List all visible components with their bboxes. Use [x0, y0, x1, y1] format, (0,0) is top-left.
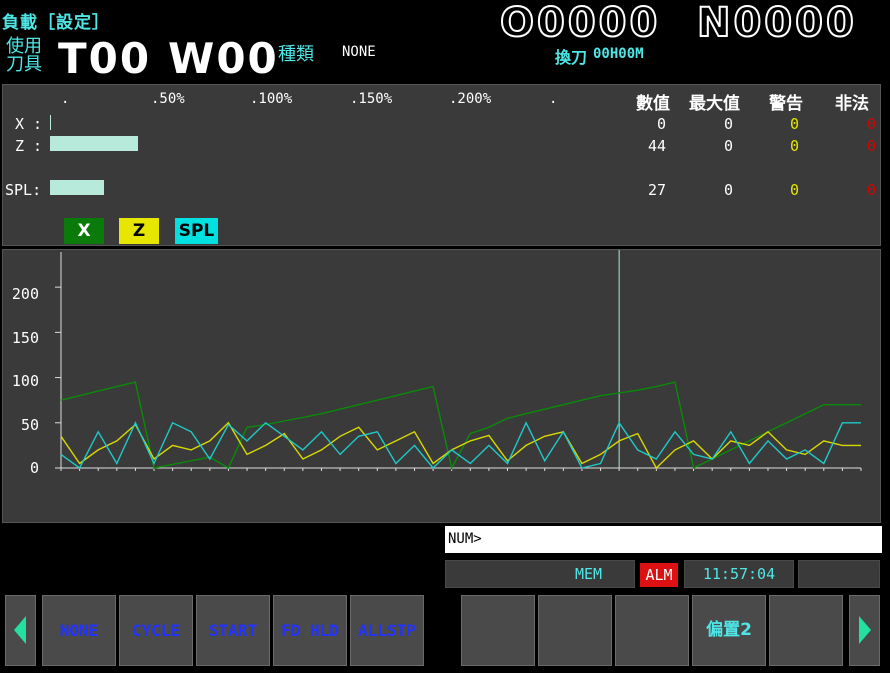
illegal-z: 0: [866, 137, 876, 155]
softkey-r5[interactable]: [769, 595, 843, 666]
row-label-x: X :: [15, 115, 43, 133]
right-arrow-icon: [859, 616, 871, 644]
type-label: 種類: [278, 44, 314, 65]
series-line-x: [60, 381, 861, 470]
softkey-cycle[interactable]: CYCLE: [119, 595, 193, 666]
left-arrow-icon: [14, 616, 26, 644]
row-label-spindle: SPL:: [5, 181, 42, 199]
alarm-indicator: ALM: [640, 563, 678, 587]
program-number: O0000: [499, 0, 661, 46]
softkey-all-stop[interactable]: ALLSTP: [350, 595, 424, 666]
load-bar-z: [50, 136, 138, 151]
load-history-graph-panel: 200 150 100 50 0: [2, 249, 881, 523]
sequence-number: N0000: [696, 0, 857, 46]
load-meter-panel: . .50% .100% .150% .200% . 數值 最大值 警告 非法 …: [2, 84, 881, 246]
column-header-illegal: 非法: [835, 94, 869, 114]
value-spindle: 27: [647, 181, 666, 199]
column-header-max: 最大值: [689, 94, 740, 114]
mode-indicator: MEM: [575, 565, 603, 583]
softkey-next[interactable]: [849, 595, 880, 666]
tool-change-label: 換刀: [555, 48, 588, 67]
illegal-x: 0: [866, 115, 876, 133]
warning-spindle: 0: [789, 181, 799, 199]
softkey-r3[interactable]: [615, 595, 689, 666]
softkey-r2[interactable]: [538, 595, 612, 666]
num-input-field[interactable]: NUM>: [445, 526, 882, 553]
status-field-mode: MEM: [445, 560, 635, 588]
tool-change-time: 00H00M: [593, 46, 644, 62]
value-x: 0: [656, 115, 666, 133]
softkey-start[interactable]: START: [196, 595, 270, 666]
softkey-r1[interactable]: [461, 595, 535, 666]
softkey-none[interactable]: NONE: [42, 595, 116, 666]
load-bar-spindle: [50, 180, 104, 195]
screen-title: 負載［設定］: [2, 13, 110, 33]
warning-z: 0: [789, 137, 799, 155]
scale-tick-200: .200%: [449, 91, 492, 107]
tool-in-use-label: 使用刀具: [6, 36, 42, 75]
legend-spindle: SPL: [175, 218, 218, 244]
max-z: 0: [723, 137, 733, 155]
row-label-z: Z :: [15, 137, 43, 155]
scale-tick-end: .: [549, 91, 558, 107]
scale-tick-100: .100%: [250, 91, 293, 107]
softkey-offset-2[interactable]: 偏置2: [692, 595, 766, 666]
wear-number: W00: [168, 34, 279, 83]
legend-x: X: [64, 218, 104, 244]
max-spindle: 0: [723, 181, 733, 199]
scale-tick-0: .: [61, 91, 70, 107]
status-field-extra: [798, 560, 880, 588]
value-z: 44: [647, 137, 666, 155]
type-value: NONE: [342, 44, 376, 60]
tool-number: T00: [58, 34, 152, 83]
clock: 11:57:04: [684, 560, 794, 588]
scale-tick-150: .150%: [350, 91, 393, 107]
softkey-feed-hold[interactable]: FD HLD: [273, 595, 347, 666]
illegal-spindle: 0: [866, 181, 876, 199]
load-bar-x: [50, 115, 51, 130]
max-x: 0: [723, 115, 733, 133]
load-history-chart: [55, 250, 862, 471]
column-header-value: 數值: [636, 94, 670, 114]
column-header-warning: 警告: [769, 94, 803, 114]
softkey-prev[interactable]: [5, 595, 36, 666]
warning-x: 0: [789, 115, 799, 133]
scale-tick-50: .50%: [151, 91, 185, 107]
legend-z: Z: [119, 218, 159, 244]
